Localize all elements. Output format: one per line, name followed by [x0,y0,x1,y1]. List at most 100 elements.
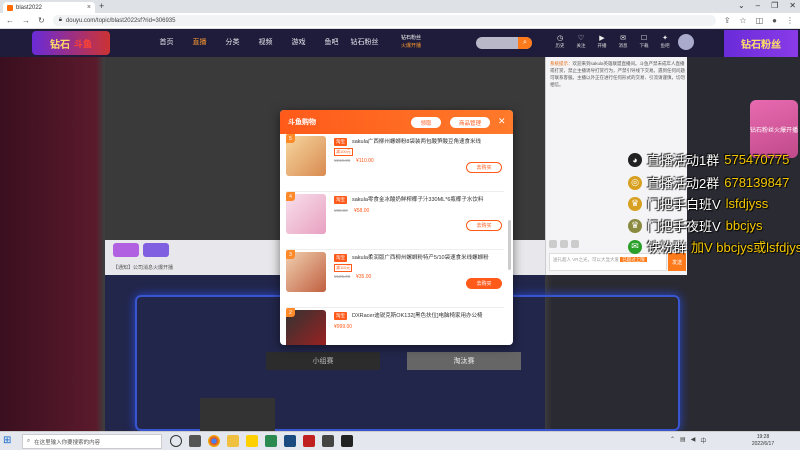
task-view-icon[interactable] [189,435,201,447]
buy-button[interactable]: 去购买 [466,278,502,289]
product-original-price: ¥210.00 [334,158,351,163]
event-logo[interactable]: 钻石 斗鱼 [32,31,110,55]
windows-start-icon[interactable]: ⊞ [3,435,15,447]
tray-overflow-icon[interactable]: ⌃ [670,436,675,445]
product-price: ¥110.00 [356,158,374,164]
product-tag: 淘宝 [334,138,347,146]
overlay-line-2: ◎ 直播活动2群 678139847 [628,173,789,192]
extensions-icon[interactable]: ◫ [756,16,764,25]
buy-button[interactable]: 去购买 [466,220,502,231]
app-icon[interactable] [246,435,258,447]
back-icon[interactable]: ← [6,16,14,25]
product-name[interactable]: DXRacer迪锐克斯OK132[黑色扶位]电脑椅家用办公椅 [352,311,504,319]
system-tray: ⌃ ▤ ◀ 中 [670,436,706,445]
url-text: douyu.com/topic/blast2022sf?rid=306935 [65,17,176,24]
overlay-value: bbcjys [725,218,763,233]
yuba-button[interactable]: ✦ 鱼吧 [657,34,673,49]
overlay-value: 加V bbcjys或lsfdjyss [691,240,800,255]
app-icon[interactable] [303,435,315,447]
reload-icon[interactable]: ↻ [38,16,45,25]
crown-icon: ♛ [628,218,642,233]
download-label: 下载 [639,43,649,48]
gift-button-1[interactable] [113,243,139,257]
nav-home[interactable]: 首页 [150,37,183,47]
overlay-line-3: ♛ 门把手白班V lsfdjyss [628,194,768,213]
nav-yuba[interactable]: 鱼吧 [315,37,348,47]
product-name[interactable]: sakula零食金冰酸奶鲜榨椰子汁330ML*6瓶椰子水饮料 [352,195,504,203]
new-tab-icon[interactable]: + [99,1,104,11]
wechat-icon: ✉ [628,239,642,254]
barrage-icon[interactable] [571,240,579,248]
nav-video[interactable]: 视频 [249,37,282,47]
menu-icon[interactable]: ⋮ [786,16,794,25]
claim-button[interactable]: 领取 [411,117,441,128]
maximize-icon[interactable]: ❐ [771,1,778,10]
gift-button-2[interactable] [143,243,169,257]
header-promo-badge[interactable]: 钻石粉丝 火爆开播 [393,34,429,51]
browser-actions: ⇪ ☆ ◫ ● ⋮ [724,16,794,25]
bookmark-star-icon[interactable]: ☆ [739,16,746,25]
user-avatar[interactable] [678,34,694,50]
steam-icon[interactable] [284,435,296,447]
emoji-icon[interactable] [549,240,557,248]
download-button[interactable]: ☐ 下载 [636,34,652,49]
taskbar-apps [170,435,353,447]
color-icon[interactable] [560,240,568,248]
close-window-icon[interactable]: ✕ [789,1,796,10]
logo-text: 钻石 [49,39,70,51]
group-stage-button[interactable]: 小组赛 [266,352,380,370]
overlay-value: 575470775 [724,152,790,167]
start-stream-button[interactable]: ▶ 开播 [594,34,610,49]
modal-title: 斗鱼购物 [288,119,316,126]
overlay-line-5: ✉ 铁粉群 加V bbcjys或lsfdjyss [628,237,800,256]
product-price: ¥999.00 [334,324,353,330]
nav-games[interactable]: 游戏 [282,37,315,47]
history-button[interactable]: ◷ 历史 [552,34,568,49]
app-icon[interactable] [341,435,353,447]
share-icon[interactable]: ⇪ [724,16,731,25]
follow-button[interactable]: ♡ 关注 [573,34,589,49]
minimize-icon[interactable]: – [756,1,760,10]
product-price: ¥35.00 [356,274,372,280]
cortana-icon[interactable] [170,435,182,447]
heart-icon: ♡ [577,35,585,42]
app-icon[interactable] [265,435,277,447]
address-bar[interactable]: 🔒︎ douyu.com/topic/blast2022sf?rid=30693… [52,15,716,26]
tab-search-icon[interactable]: ⌄ [738,1,745,10]
file-explorer-icon[interactable] [227,435,239,447]
close-icon[interactable]: ✕ [498,116,506,127]
buy-button[interactable]: 去购买 [466,162,502,173]
taskbar-search[interactable]: ⌕ 在这里输入你要搜索的内容 [22,434,162,449]
overlay-line-1: ◕ 直播活动1群 575470775 [628,150,789,169]
nav-category[interactable]: 分类 [216,37,249,47]
messages-button[interactable]: ✉ 消息 [615,34,631,49]
modal-scrollbar[interactable] [508,220,511,270]
shopping-modal: 斗鱼购物 领取 商品管理 ✕ 5 淘宝 sakula广西柳州螺蛳粉8袋装两包酸笋… [280,110,513,345]
header-ad-banner[interactable]: 钻石粉丝 [724,30,798,57]
product-tag: 淘宝 [334,196,347,204]
ime-icon[interactable]: 中 [700,436,706,445]
main-nav: 首页 直播 分类 视频 游戏 鱼吧 钻石粉丝 [150,37,381,47]
manage-products-button[interactable]: 商品管理 [450,117,490,128]
overlay-line-4: ♛ 门把手夜班V bbcjys [628,216,763,235]
chrome-icon[interactable] [208,435,220,447]
app-icon[interactable] [322,435,334,447]
product-name[interactable]: sakula柔润版广西柳州螺蛳粉特产5/10袋速食米线螺蛳粉 [352,253,504,261]
product-rank: 5 [286,134,295,143]
product-name[interactable]: sakula广西柳州螺蛳粉8袋装两包酸笋酸豆角速食米线 [352,137,504,145]
volume-icon[interactable]: ◀ [691,436,696,445]
search-icon[interactable]: ⌕ [518,37,532,49]
nav-diamond-fans[interactable]: 钻石粉丝 [348,37,381,47]
browser-tab[interactable]: blast2022 × [3,2,95,13]
profile-icon[interactable]: ● [772,16,777,25]
taskbar-clock[interactable]: 19:28 2022/6/17 [748,434,778,448]
nav-live[interactable]: 直播 [183,37,216,47]
forward-icon[interactable]: → [22,16,30,25]
tab-close-icon[interactable]: × [87,4,91,11]
dark-panel [200,398,275,431]
knockout-stage-button[interactable]: 淘汰赛 [407,352,521,370]
network-icon[interactable]: ▤ [680,436,686,445]
overlay-value: lsfdjyss [725,196,769,211]
overlay-label: 铁粉群 [647,240,687,255]
product-coupon: 减100元 [334,148,353,156]
